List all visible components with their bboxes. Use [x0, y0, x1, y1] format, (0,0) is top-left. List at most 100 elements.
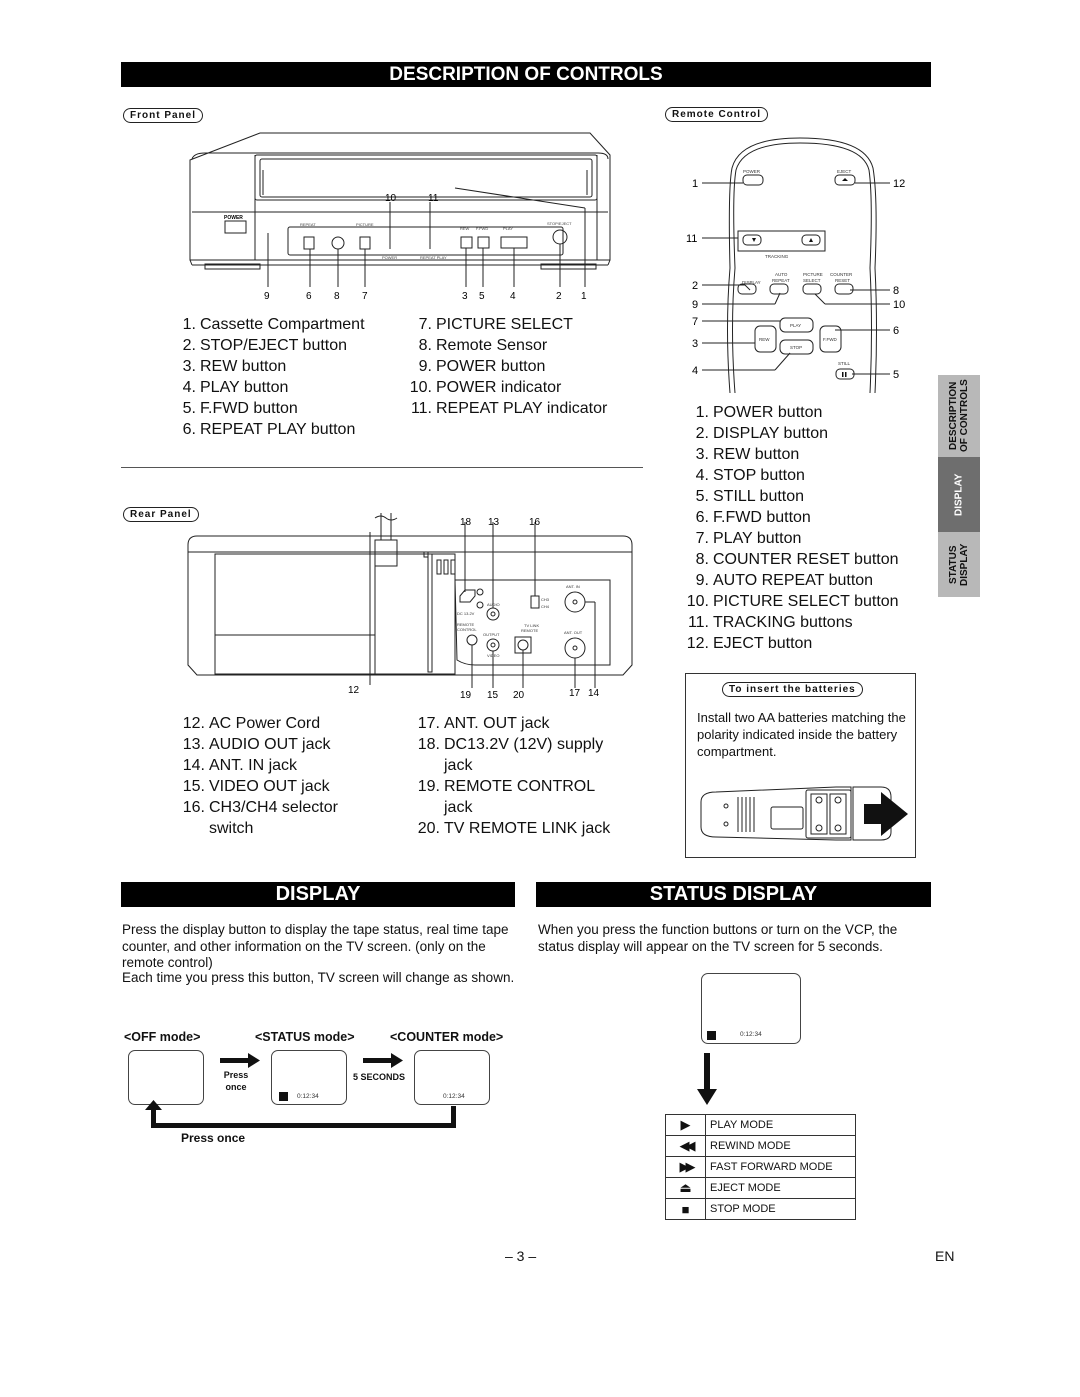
svg-text:AUDIO: AUDIO [487, 602, 500, 607]
svg-text:16: 16 [529, 517, 541, 528]
svg-text:2: 2 [692, 280, 698, 292]
battery-compartment-illustration [700, 786, 908, 841]
svg-text:OUTPUT: OUTPUT [483, 632, 500, 637]
callout-11: 11 [428, 193, 439, 204]
svg-text:15: 15 [487, 690, 499, 700]
svg-text:8: 8 [334, 291, 340, 302]
stop-eject-button-shape [552, 229, 568, 245]
svg-text:POWER: POWER [224, 215, 243, 221]
rewind-icon: ◀◀ [665, 1135, 706, 1157]
svg-text:12: 12 [893, 178, 905, 190]
list-item: 10. POWER indicator [409, 379, 562, 396]
remote-control-list: 1. POWER button 2. DISPLAY button 3. REW bu… [680, 402, 899, 654]
list-item: 9. AUTO REPEAT button [695, 572, 874, 589]
remote-power-button-shape [742, 174, 764, 186]
svg-text:5: 5 [479, 291, 485, 302]
svg-text:DC 13.2V: DC 13.2V [457, 611, 475, 616]
svg-text:3: 3 [692, 338, 698, 350]
ant-out-jack [564, 637, 586, 659]
svg-text:14: 14 [588, 688, 600, 699]
rear-panel-list-left: 12. AC Power Cord 13. AUDIO OUT jack 14. AN… [176, 713, 338, 839]
svg-text:EJECT: EJECT [837, 169, 852, 174]
svg-text:REW: REW [460, 226, 470, 231]
five-seconds-label: 5 SECONDS [353, 1072, 406, 1082]
list-item: 5. STILL button [695, 488, 805, 505]
front-panel-list-right: 7. PICTURE SELECT 8. Remote Sensor 9. POWER… [406, 314, 608, 419]
svg-text:STILL: STILL [838, 361, 851, 366]
svg-text:PLAY: PLAY [790, 323, 801, 328]
svg-text:REPEAT PLAY: REPEAT PLAY [420, 255, 447, 260]
stop-icon: ■ [665, 1198, 706, 1220]
rear-top-lid [187, 535, 633, 553]
svg-text:8: 8 [893, 285, 899, 297]
svg-text:13: 13 [488, 517, 500, 528]
list-item: switch [209, 820, 254, 837]
svg-text:17: 17 [569, 688, 581, 699]
rear-panel-diagram: CH3 CH4 ANT. IN ANT. OUT AUDIO OUTPUT VI… [187, 513, 633, 700]
svg-text:DISPLAY: DISPLAY [742, 280, 761, 285]
audio-out-jack [486, 607, 500, 621]
svg-text:9: 9 [692, 299, 698, 311]
list-item: 17. ANT. OUT jack [417, 715, 550, 732]
remote-control-diagram: POWER EJECT TRACKING DISPLAY AUTO REPEAT… [686, 137, 905, 393]
dc-jack [459, 589, 476, 603]
list-item: 3. REW button [182, 358, 287, 375]
arrow-right-icon [363, 1058, 393, 1063]
list-item: 18. DC13.2V (12V) supply [417, 736, 604, 753]
svg-text:REMOTE: REMOTE [521, 628, 538, 633]
svg-text:6: 6 [306, 291, 312, 302]
display-paragraph-2: Each time you press this button, TV scre… [122, 970, 515, 985]
svg-text:POWER: POWER [743, 169, 761, 174]
repeat-play-button-shape [303, 236, 315, 250]
status-mode-label: <STATUS mode> [255, 1030, 355, 1044]
table-row: ◀◀ REWIND MODE [665, 1135, 856, 1157]
arrow-right-icon [220, 1058, 250, 1063]
ant-in-jack [564, 591, 586, 613]
svg-text:REPEAT: REPEAT [300, 222, 316, 227]
svg-text:F.FWD: F.FWD [476, 226, 488, 231]
svg-text:11: 11 [686, 233, 697, 245]
picture-select-button-shape [359, 236, 371, 250]
eject-icon: ⏏ [665, 1177, 706, 1199]
list-item: 4. PLAY button [182, 379, 289, 396]
svg-text:20: 20 [513, 690, 525, 700]
ac-cord-plug [374, 539, 398, 567]
display-section-title: DISPLAY [121, 882, 515, 907]
stop-icon [707, 1031, 716, 1040]
table-row: ▶▶ FAST FORWARD MODE [665, 1156, 856, 1178]
list-item: 3. REW button [695, 446, 800, 463]
status-paragraph: When you press the function buttons or t… [538, 922, 898, 954]
press-once-arrow-label: Press once [223, 1070, 249, 1092]
list-item: 10. PICTURE SELECT button [686, 593, 899, 610]
side-tab-status-display[interactable]: STATUS DISPLAY [938, 532, 980, 597]
svg-text:VIDEO: VIDEO [487, 653, 499, 658]
list-item: 15. VIDEO OUT jack [182, 778, 330, 795]
svg-text:ANT. OUT: ANT. OUT [564, 630, 583, 635]
batteries-text: Install two AA batteries matching the po… [697, 710, 906, 759]
front-panel-label: Front Panel [123, 108, 204, 123]
table-row: ▶ PLAY MODE [665, 1114, 856, 1136]
section-divider [121, 467, 643, 468]
side-tab-description-of-controls[interactable]: DESCRIPTION OF CONTROLS [938, 375, 980, 457]
batteries-box: To insert the batteries Install two AA b… [685, 673, 916, 858]
rear-panel-plate [214, 553, 376, 675]
page-number: – 3 – [505, 1248, 537, 1264]
power-button-shape [224, 220, 247, 234]
svg-text:CH3: CH3 [541, 597, 550, 602]
display-paragraph-1: Press the display button to display the … [122, 922, 509, 970]
list-item: 16. CH3/CH4 selector [182, 799, 338, 816]
front-panel-diagram: POWER REPEAT PICTURE REW F.FWD PLAY STOP… [189, 132, 611, 302]
side-tab-display[interactable]: DISPLAY [938, 457, 980, 532]
svg-text:TRACKING: TRACKING [765, 254, 789, 259]
svg-text:1: 1 [692, 178, 698, 190]
rew-button-shape [460, 236, 473, 249]
rear-panel-list-right: 17. ANT. OUT jack 18. DC13.2V (12V) supply… [411, 713, 611, 839]
list-item: 7. PLAY button [695, 530, 802, 547]
list-item: 19. REMOTE CONTROL [417, 778, 596, 795]
remote-sensor-shape [331, 236, 345, 250]
svg-text:CH4: CH4 [541, 604, 550, 609]
list-item: 8. Remote Sensor [418, 337, 548, 354]
list-item: 2. DISPLAY button [695, 425, 829, 442]
callout-10: 10 [385, 193, 397, 204]
list-item: 4. STOP button [695, 467, 805, 484]
